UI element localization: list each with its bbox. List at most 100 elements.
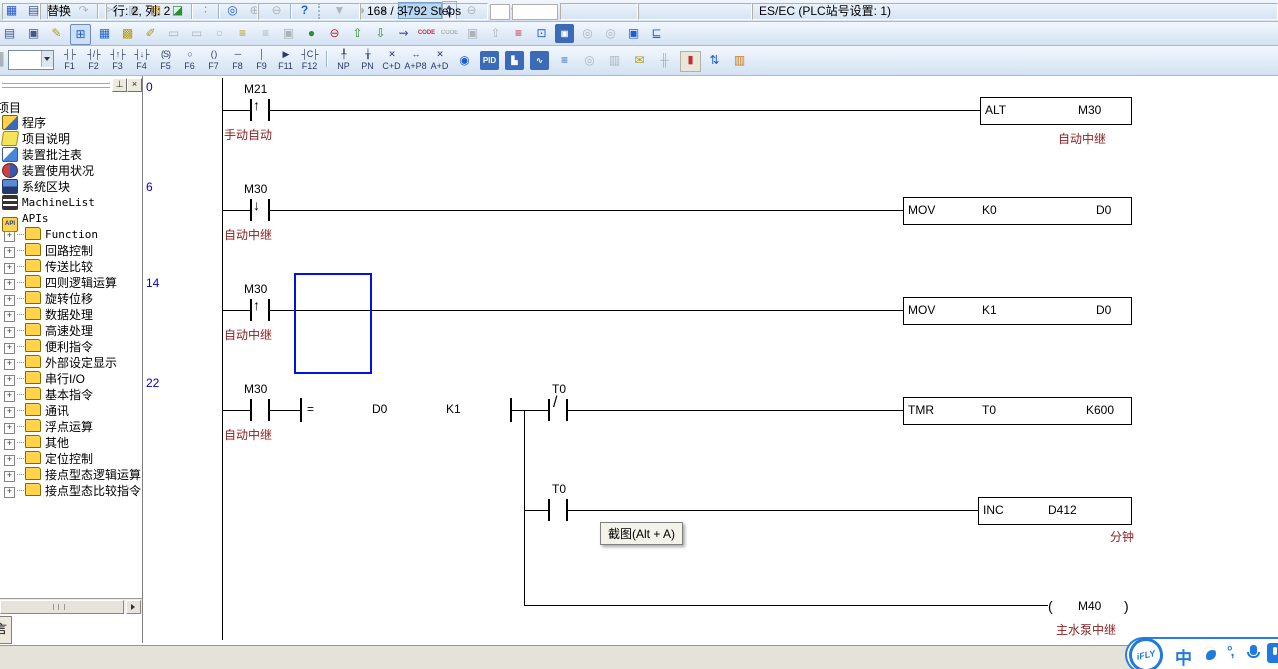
window-copy-icon[interactable]: ⊡ <box>532 24 551 43</box>
expand-icon[interactable]: + <box>4 375 15 386</box>
moon-icon[interactable] <box>1203 647 1217 661</box>
fkey-compare[interactable]: ┤C├F12 <box>298 48 321 76</box>
fkey-hline[interactable]: ─F8 <box>226 48 249 76</box>
sort-arrows-icon[interactable]: ⇅ <box>705 51 724 70</box>
network-monitor-icon[interactable]: ▣ <box>624 24 643 43</box>
tree-item-others[interactable]: +其他 <box>0 435 142 451</box>
falling-edge-contact-M30[interactable]: ↓ <box>253 198 260 212</box>
fkey-np[interactable]: ╀NP <box>332 48 355 76</box>
code-ladder-icon[interactable]: CODE <box>440 24 459 43</box>
scroll-right-icon[interactable] <box>126 600 141 614</box>
tree-item-floating-point[interactable]: +浮点运算 <box>0 419 142 435</box>
fkey-set-coil[interactable]: (S)F5 <box>154 48 177 76</box>
scrollbar-thumb[interactable] <box>0 600 124 614</box>
tree-item-high-speed[interactable]: +高速处理 <box>0 323 142 339</box>
columns-icon[interactable]: ▥ <box>605 51 624 70</box>
marker-pen-icon[interactable]: ✐ <box>141 24 160 43</box>
fkey-coil[interactable]: ○F6 <box>178 48 201 76</box>
compare-contact[interactable]: = <box>307 402 314 416</box>
ifly-logo[interactable]: iFLY <box>1126 635 1166 669</box>
grid-table-icon[interactable]: ▦ <box>95 24 114 43</box>
punctuation-icon[interactable]: °, <box>1227 643 1233 659</box>
dropdown-arrow-icon[interactable] <box>41 51 53 67</box>
tree-item-loop-control[interactable]: +回路控制 <box>0 243 142 259</box>
expand-icon[interactable]: + <box>4 407 15 418</box>
fkey-vline[interactable]: │F9 <box>250 48 273 76</box>
edit-pencil-icon[interactable]: ✎ <box>47 24 66 43</box>
expand-icon[interactable]: + <box>4 423 15 434</box>
disk-box-icon[interactable]: ▣ <box>279 24 298 43</box>
fkey-ad[interactable]: ✕A+D <box>428 48 451 76</box>
keyboard-icon[interactable] <box>1267 643 1278 663</box>
tree-item-arithmetic-logic[interactable]: +四则逻辑运算 <box>0 275 142 291</box>
nc-contact-T0[interactable]: / <box>553 396 557 410</box>
tree-item-external-display[interactable]: +外部设定显示 <box>0 355 142 371</box>
ladder-tree-icon[interactable]: ≡ <box>233 24 252 43</box>
ladder-monitor-icon[interactable]: ≡ <box>256 24 275 43</box>
ime-language-button[interactable]: 中 <box>1175 644 1192 669</box>
fkey-pn[interactable]: ╁PN <box>356 48 379 76</box>
expand-icon[interactable]: + <box>4 471 15 482</box>
stopwatch-icon[interactable]: ◉ <box>455 51 474 70</box>
project-tree-icon[interactable]: ⊞ <box>70 24 91 45</box>
download-plc-icon[interactable]: ⇩ <box>371 24 390 43</box>
rising-edge-contact-M30[interactable]: ↑ <box>253 298 260 312</box>
stop-icon[interactable]: ⊖ <box>325 24 344 43</box>
comment-up-icon[interactable]: ▭ <box>164 24 183 43</box>
tree-item-rotate-shift[interactable]: +旋转位移 <box>0 291 142 307</box>
layers-icon[interactable]: ≡ <box>555 51 574 70</box>
find-device-icon[interactable]: ◎ <box>578 24 597 43</box>
pulse-icon[interactable]: ▙ <box>505 51 524 70</box>
expand-icon[interactable]: + <box>4 311 15 322</box>
rising-edge-contact-M21[interactable]: ↑ <box>253 98 260 112</box>
tree-item-contact-logic[interactable]: +接点型态逻辑运算 <box>0 467 142 483</box>
expand-icon[interactable]: + <box>4 455 15 466</box>
fkey-ap[interactable]: ↔A+P8 <box>404 48 427 76</box>
ime-toolbar[interactable]: iFLY 中 °, <box>1125 637 1278 669</box>
expand-icon[interactable]: + <box>4 247 15 258</box>
find-ip-icon[interactable]: ◎ <box>601 24 620 43</box>
tree-item-device-usage[interactable]: 装置使用状况 <box>0 163 142 179</box>
tree-item-data-processing[interactable]: +数据处理 <box>0 307 142 323</box>
workstation-icon[interactable]: ▣ <box>24 24 43 43</box>
columns-orange-icon[interactable]: ▥ <box>730 51 749 70</box>
fkey-falling-contact[interactable]: ┤↓├F4 <box>130 48 153 76</box>
device-combo[interactable] <box>8 50 54 70</box>
expand-icon[interactable]: + <box>4 343 15 354</box>
pid-icon[interactable]: PID <box>480 51 499 70</box>
tree-hscrollbar[interactable] <box>0 598 142 613</box>
monitor-io-icon[interactable]: ▣ <box>463 24 482 43</box>
expand-icon[interactable]: + <box>4 439 15 450</box>
keypad-icon[interactable]: ▩ <box>118 24 137 43</box>
microphone-icon[interactable] <box>1247 645 1260 663</box>
ladder-edit-icon[interactable]: ≡ <box>509 24 528 43</box>
expand-icon[interactable]: + <box>4 327 15 338</box>
pipe-icon[interactable]: ╫ <box>655 51 674 70</box>
bulb-icon[interactable]: ○ <box>210 24 229 43</box>
tree-item-handy-instructions[interactable]: +便利指令 <box>0 339 142 355</box>
target-icon[interactable]: ◎ <box>580 51 599 70</box>
expand-icon[interactable]: + <box>4 391 15 402</box>
satellite-icon[interactable]: ⇝ <box>394 24 413 43</box>
tree-item-positioning[interactable]: +定位控制 <box>0 451 142 467</box>
tree-item-program[interactable]: 程序 <box>0 115 142 131</box>
tree-root-project[interactable]: 项目 <box>0 100 139 116</box>
tree-item-project-notes[interactable]: 项目说明 <box>0 131 142 147</box>
fkey-api[interactable]: ▶F11 <box>274 48 297 76</box>
wave-icon[interactable]: ∿ <box>530 51 549 70</box>
expand-icon[interactable]: + <box>4 359 15 370</box>
expand-icon[interactable]: + <box>4 263 15 274</box>
upload-plc-icon[interactable]: ⇧ <box>348 24 367 43</box>
panel-gripper[interactable] <box>2 84 110 88</box>
expand-icon[interactable]: + <box>4 487 15 498</box>
pin-panel-button[interactable]: ⊥ <box>112 78 127 92</box>
close-panel-button[interactable]: × <box>127 78 142 92</box>
coil-device-M40[interactable]: M40 <box>1078 599 1101 613</box>
tree-item-function[interactable]: +Function <box>0 227 142 243</box>
tree-item-basic-instructions[interactable]: +基本指令 <box>0 387 142 403</box>
expand-icon[interactable]: + <box>4 279 15 290</box>
clamp-icon[interactable]: ⊑ <box>647 24 666 43</box>
fkey-nc-contact[interactable]: ┤/├F2 <box>82 48 105 76</box>
fkey-cd[interactable]: ✕C+D <box>380 48 403 76</box>
tree-item-transfer-compare[interactable]: +传送比较 <box>0 259 142 275</box>
